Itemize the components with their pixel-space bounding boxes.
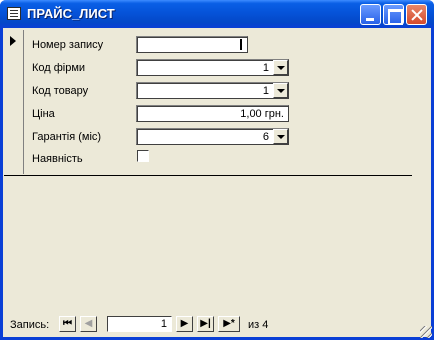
record-nav-label: Запись: [10,319,50,331]
new-record-button[interactable]: ▶* [218,316,240,332]
previous-record-button[interactable]: ◀ [80,316,97,332]
last-record-button[interactable]: ▶| [197,316,214,332]
product-code-value: 1 [262,85,269,97]
company-code-value: 1 [262,62,269,74]
window-title: ПРАЙС_ЛИСТ [27,6,115,21]
record-selector[interactable] [4,30,24,174]
first-record-button[interactable]: ⏮ [59,316,76,332]
record-number-field[interactable] [136,36,248,53]
record-number-label: Номер запису [32,39,104,51]
company-code-combo[interactable]: 1 [136,59,289,76]
company-code-dropdown-icon[interactable] [273,60,288,75]
company-code-label: Код фірми [32,62,86,74]
current-record-field[interactable]: 1 [107,316,172,332]
current-record-value: 1 [160,318,167,330]
product-code-dropdown-icon[interactable] [273,83,288,98]
product-code-label: Код товару [32,85,89,97]
warranty-label: Гарантія (міс) [32,131,102,143]
detail-section-divider [4,175,412,176]
availability-checkbox[interactable] [137,150,149,162]
minimize-button[interactable] [360,4,381,25]
price-label: Ціна [32,108,55,120]
warranty-dropdown-icon[interactable] [273,129,288,144]
resize-grip-icon[interactable] [420,326,432,338]
current-record-arrow-icon [10,36,16,46]
record-count-label: из 4 [248,319,269,331]
price-value: 1,00 грн. [240,108,284,120]
close-button[interactable] [406,4,427,25]
maximize-button[interactable] [383,4,404,25]
availability-label: Наявність [32,153,83,165]
price-field[interactable]: 1,00 грн. [136,105,289,122]
product-code-combo[interactable]: 1 [136,82,289,99]
warranty-value: 6 [262,131,269,143]
warranty-combo[interactable]: 6 [136,128,289,145]
next-record-button[interactable]: ▶ [176,316,193,332]
form-icon [7,7,21,20]
titlebar[interactable]: ПРАЙС_ЛИСТ [0,0,434,28]
text-cursor [240,39,242,50]
